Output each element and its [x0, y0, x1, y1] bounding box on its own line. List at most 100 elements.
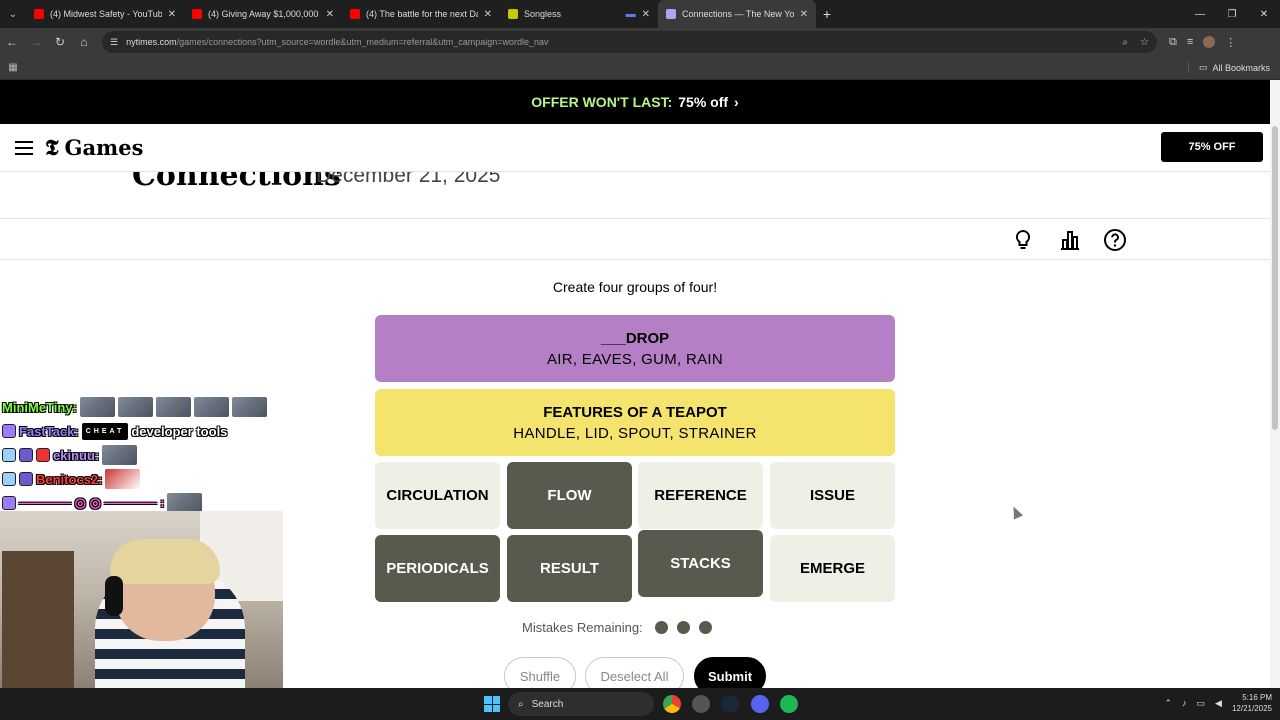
connections-icon — [666, 9, 676, 19]
chat-username: FastTack: — [19, 423, 79, 439]
clock[interactable]: 5:16 PM 12/21/2025 — [1232, 692, 1272, 714]
minimize-icon[interactable]: — — [1184, 0, 1216, 28]
help-icon[interactable] — [1103, 228, 1127, 252]
taskbar-search[interactable]: ⌕ Search — [508, 692, 654, 716]
url-path: /games/connections?utm_source=wordle&utm… — [176, 37, 549, 47]
chat-message: Benitocs2: — [2, 467, 283, 491]
chat-message: ekinuu: — [2, 443, 283, 467]
site-info-icon[interactable]: ☰ — [110, 37, 118, 48]
stream-chat-overlay: MiniMeTiny: FastTack: CHEAT developer to… — [2, 395, 283, 515]
microphone-icon[interactable]: ♪ — [1182, 698, 1187, 708]
taskbar-search-label: Search — [531, 698, 564, 710]
all-bookmarks-button[interactable]: ▭ All Bookmarks — [1187, 62, 1270, 73]
new-tab-icon[interactable]: + — [816, 6, 838, 22]
stats-icon[interactable] — [1058, 228, 1082, 252]
emote-icon — [105, 469, 141, 489]
word-tile[interactable]: ISSUE — [770, 462, 895, 529]
network-icon[interactable]: ▭ — [1197, 698, 1206, 709]
mistake-dot — [676, 621, 690, 634]
bookmark-star-icon[interactable]: ☆ — [1140, 37, 1149, 48]
browser-tab-active[interactable]: Connections — The New York T ✕ — [658, 0, 816, 28]
close-tab-icon[interactable]: ✕ — [800, 9, 808, 20]
chrome-icon[interactable] — [663, 695, 681, 713]
youtube-icon — [192, 9, 202, 19]
scrollbar-thumb[interactable] — [1272, 126, 1278, 430]
promo-text: 75% off — [678, 94, 729, 110]
word-tile-selected[interactable]: FLOW — [507, 462, 632, 529]
games-brand[interactable]: Games — [65, 135, 144, 160]
tab-search-icon[interactable]: ⌄ — [0, 0, 26, 28]
chat-username: Benitocs2: — [36, 471, 103, 487]
reading-list-icon[interactable]: ≡ — [1187, 36, 1193, 48]
word-tile-selected[interactable]: RESULT — [507, 535, 632, 602]
mistake-dot — [698, 621, 712, 634]
system-tray: ⌃ ♪ ▭ ◀ 5:16 PM 12/21/2025 — [1164, 692, 1272, 714]
page-scrollbar[interactable] — [1270, 80, 1280, 688]
emote-icon — [117, 397, 153, 417]
youtube-icon — [350, 9, 360, 19]
bookmarks-bar: ▦ ▭ All Bookmarks — [0, 56, 1280, 80]
word-tile-selected[interactable]: PERIODICALS — [375, 535, 500, 602]
home-icon[interactable]: ⌂ — [72, 28, 96, 56]
media-icon[interactable]: ▬ — [626, 9, 636, 20]
game-toolbar — [0, 219, 1270, 260]
word-tile-selected[interactable]: STACKS — [638, 530, 763, 597]
mouse-cursor-icon — [1008, 504, 1024, 520]
restore-icon[interactable]: ❐ — [1216, 0, 1248, 28]
webcam-person-hair — [110, 539, 220, 584]
browser-tab[interactable]: (4) The battle for the next Dala ✕ — [342, 0, 500, 28]
window-controls: — ❐ ✕ — [1184, 0, 1280, 28]
profile-avatar[interactable] — [1203, 36, 1216, 48]
hamburger-menu-icon[interactable] — [15, 140, 33, 155]
apps-icon[interactable]: ▦ — [0, 62, 26, 73]
back-icon[interactable]: ← — [0, 28, 24, 56]
extensions-icon[interactable]: ⧉ — [1169, 36, 1177, 49]
solved-group-words: HANDLE, LID, SPOUT, STRAINER — [513, 424, 757, 442]
badge-icon — [2, 448, 16, 462]
browser-tab[interactable]: (4) Midwest Safety - YouTube ✕ — [26, 0, 184, 28]
reload-icon[interactable]: ↻ — [48, 28, 72, 56]
forward-icon[interactable]: → — [24, 28, 48, 56]
subscribe-offer-button[interactable]: 75% OFF — [1161, 132, 1263, 162]
folder-icon: ▭ — [1198, 62, 1208, 72]
mistakes-label: Mistakes Remaining: — [522, 620, 643, 635]
hint-lightbulb-icon[interactable] — [1011, 228, 1035, 252]
spotify-icon[interactable] — [780, 695, 798, 713]
word-tile[interactable]: CIRCULATION — [375, 462, 500, 529]
mistake-dots — [654, 621, 712, 634]
game-title-row: Connections December 21, 2025 — [0, 172, 1270, 219]
badge-icon — [19, 472, 33, 486]
badge-icon — [19, 448, 33, 462]
youtube-icon — [34, 9, 44, 19]
menu-icon[interactable]: ⋮ — [1225, 36, 1236, 49]
windows-start-icon[interactable] — [484, 696, 500, 712]
chat-message: FastTack: CHEAT developer tools — [2, 419, 283, 443]
close-tab-icon[interactable]: ✕ — [326, 9, 334, 20]
chevron-up-icon[interactable]: ⌃ — [1164, 698, 1172, 709]
close-tab-icon[interactable]: ✕ — [484, 9, 492, 20]
nyt-logo-icon[interactable]: 𝕿 — [45, 135, 59, 161]
tab-title: Songless — [524, 9, 562, 19]
promo-banner[interactable]: OFFER WON'T LAST: 75% off › — [0, 80, 1270, 124]
badge-icon — [2, 472, 16, 486]
zoom-icon[interactable]: ⌕ — [1122, 37, 1128, 48]
solved-group-category: ___DROP — [600, 329, 670, 347]
browser-tab[interactable]: (4) Giving Away $1,000,000 in G ✕ — [184, 0, 342, 28]
word-tile[interactable]: REFERENCE — [638, 462, 763, 529]
app-icon[interactable] — [692, 695, 710, 713]
chat-username: ———— ◎ ◎ ———— : — [19, 495, 165, 510]
steam-icon[interactable] — [721, 695, 739, 713]
tab-title: (4) The battle for the next Dala — [366, 9, 478, 19]
close-window-icon[interactable]: ✕ — [1248, 0, 1280, 28]
url-input[interactable]: ☰ nytimes.com/games/connections?utm_sour… — [102, 31, 1157, 53]
solved-group: ___DROP AIR, EAVES, GUM, RAIN — [375, 315, 895, 382]
volume-icon[interactable]: ◀ — [1215, 698, 1222, 709]
close-tab-icon[interactable]: ✕ — [168, 9, 176, 20]
emote-icon — [102, 445, 138, 465]
close-tab-icon[interactable]: ✕ — [642, 9, 650, 20]
browser-tab[interactable]: Songless ▬ ✕ — [500, 0, 658, 28]
emote-icon — [155, 397, 191, 417]
word-tile[interactable]: EMERGE — [770, 535, 895, 602]
discord-icon[interactable] — [751, 695, 769, 713]
tab-title: (4) Midwest Safety - YouTube — [50, 9, 162, 19]
